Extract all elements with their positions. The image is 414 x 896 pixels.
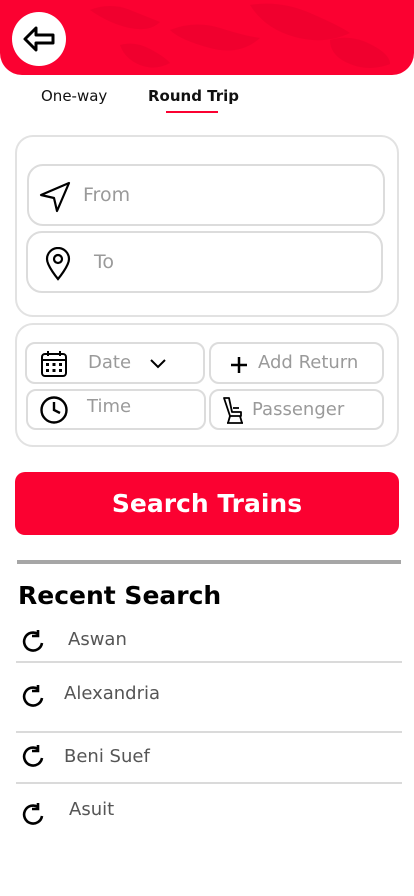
map-pin-icon <box>45 247 71 281</box>
recent-item-label: Alexandria <box>64 683 161 704</box>
date-placeholder: Date <box>88 352 132 373</box>
search-trains-button[interactable]: Search Trains <box>15 472 399 535</box>
from-field[interactable]: From <box>27 164 385 226</box>
back-button[interactable] <box>12 12 66 66</box>
time-placeholder: Time <box>87 396 132 417</box>
refresh-icon <box>22 630 44 652</box>
list-divider <box>16 731 402 733</box>
to-placeholder: To <box>94 251 115 273</box>
recent-item-label: Asuit <box>69 799 115 820</box>
navigation-arrow-icon <box>39 181 71 213</box>
chevron-down-icon[interactable] <box>149 358 167 370</box>
clock-icon <box>40 396 68 424</box>
seat-icon <box>223 397 243 424</box>
section-divider <box>17 560 401 564</box>
calendar-icon <box>41 351 67 377</box>
refresh-icon <box>22 745 44 767</box>
passenger-placeholder: Passenger <box>252 399 345 420</box>
date-field[interactable]: Date <box>25 342 205 384</box>
recent-item-label: Beni Suef <box>64 746 150 767</box>
refresh-icon <box>22 685 44 707</box>
arrow-left-icon <box>23 26 55 52</box>
plus-icon <box>231 357 247 373</box>
from-placeholder: From <box>83 184 131 206</box>
add-return-label: Add Return <box>258 352 359 373</box>
tab-one-way[interactable]: One-way <box>41 85 107 107</box>
recent-item-beni-suef[interactable]: Beni Suef <box>0 740 414 780</box>
header-bar <box>0 0 414 75</box>
to-field[interactable]: To <box>26 231 383 293</box>
recent-item-label: Aswan <box>68 629 127 650</box>
tab-round-trip[interactable]: Round Trip <box>148 85 239 107</box>
recent-item-asuit[interactable]: Asuit <box>0 794 414 834</box>
refresh-icon <box>22 803 44 825</box>
recent-search-title: Recent Search <box>18 581 222 610</box>
list-divider <box>16 782 402 784</box>
time-field[interactable]: Time <box>26 389 206 430</box>
list-divider <box>16 661 402 663</box>
recent-item-alexandria[interactable]: Alexandria <box>0 678 414 718</box>
passenger-field[interactable]: Passenger <box>209 389 384 430</box>
recent-item-aswan[interactable]: Aswan <box>0 623 414 663</box>
add-return-button[interactable]: Add Return <box>209 342 384 384</box>
active-tab-indicator <box>166 111 218 113</box>
